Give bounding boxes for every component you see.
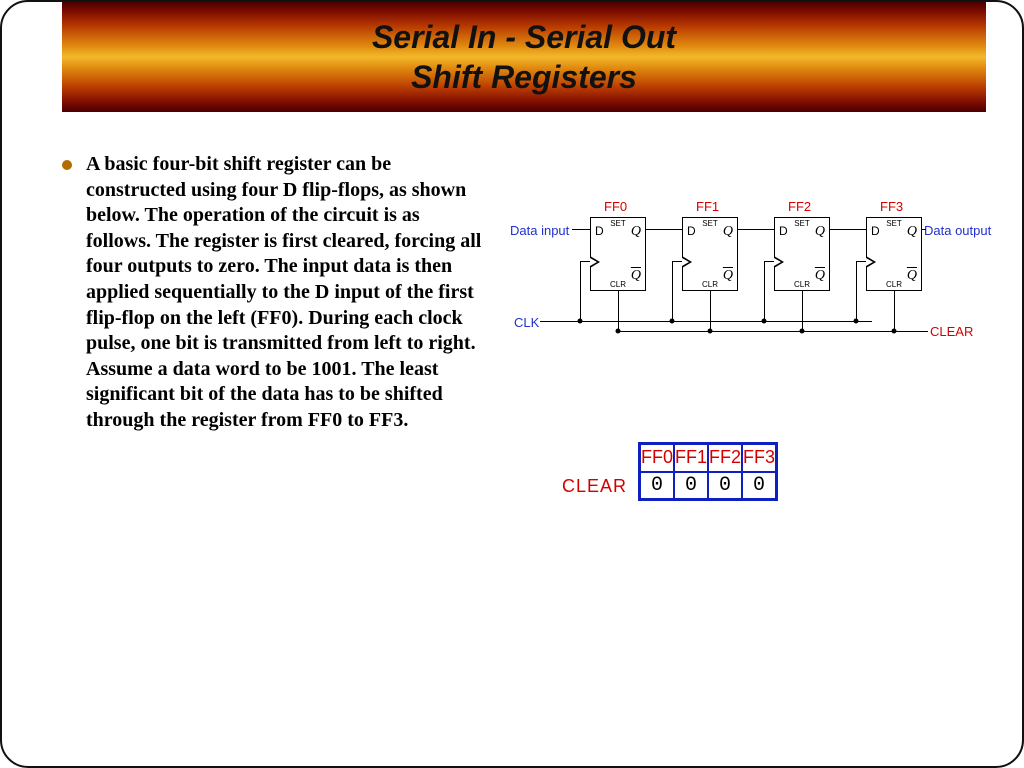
pin-clr: CLR [702, 280, 718, 289]
bullet-item: A basic four-bit shift register can be c… [62, 152, 482, 434]
wire [572, 229, 590, 230]
table-header: FF0 [640, 444, 675, 472]
wire [710, 291, 711, 331]
wire [856, 261, 857, 321]
wire [580, 261, 581, 321]
pin-qbar: Q [723, 268, 733, 284]
pin-q: Q [723, 224, 733, 240]
flipflop-2: D Q Q SET CLR [774, 217, 830, 291]
clock-tri-icon [590, 256, 600, 268]
label-data-input: Data input [510, 223, 569, 238]
pin-d: D [871, 224, 880, 238]
node-icon [616, 329, 621, 334]
body-content: A basic four-bit shift register can be c… [62, 152, 482, 434]
pin-d: D [779, 224, 788, 238]
wire [646, 229, 682, 230]
slide-title: Serial In - Serial Out Shift Registers [372, 17, 676, 97]
node-icon [892, 329, 897, 334]
pin-clr: CLR [886, 280, 902, 289]
wire-clk [540, 321, 872, 322]
node-icon [670, 319, 675, 324]
pin-set: SET [610, 219, 626, 228]
wire [830, 229, 866, 230]
wire [856, 261, 866, 262]
table-row: 0 0 0 0 [640, 472, 777, 500]
title-line-1: Serial In - Serial Out [372, 19, 676, 55]
title-line-2: Shift Registers [411, 59, 637, 95]
wire [580, 261, 590, 262]
label-clear: CLEAR [930, 324, 973, 339]
pin-qbar: Q [815, 268, 825, 284]
table-header: FF2 [708, 444, 742, 472]
table-header: FF3 [742, 444, 777, 472]
table-cell: 0 [674, 472, 708, 500]
title-banner: Serial In - Serial Out Shift Registers [62, 2, 986, 112]
label-clk: CLK [514, 315, 539, 330]
node-icon [708, 329, 713, 334]
wire [764, 261, 765, 321]
pin-set: SET [886, 219, 902, 228]
pin-clr: CLR [794, 280, 810, 289]
clear-row-label: CLEAR [562, 476, 627, 497]
slide: Serial In - Serial Out Shift Registers A… [0, 0, 1024, 768]
pin-q: Q [907, 224, 917, 240]
flipflop-1: D Q Q SET CLR [682, 217, 738, 291]
wire [672, 261, 682, 262]
wire [672, 261, 673, 321]
state-table: FF0 FF1 FF2 FF3 0 0 0 0 [638, 442, 778, 501]
table-cell: 0 [708, 472, 742, 500]
wire [802, 291, 803, 331]
table-cell: 0 [640, 472, 675, 500]
pin-q: Q [815, 224, 825, 240]
flipflop-3: D Q Q SET CLR [866, 217, 922, 291]
clock-tri-icon [682, 256, 692, 268]
table-cell: 0 [742, 472, 777, 500]
pin-set: SET [794, 219, 810, 228]
flipflop-0: D Q Q SET CLR [590, 217, 646, 291]
clock-tri-icon [774, 256, 784, 268]
wire [738, 229, 774, 230]
wire [922, 229, 926, 230]
ff-label-3: FF3 [880, 199, 903, 214]
node-icon [762, 319, 767, 324]
table-header: FF1 [674, 444, 708, 472]
pin-clr: CLR [610, 280, 626, 289]
table-row: FF0 FF1 FF2 FF3 [640, 444, 777, 472]
pin-d: D [687, 224, 696, 238]
node-icon [578, 319, 583, 324]
pin-d: D [595, 224, 604, 238]
pin-q: Q [631, 224, 641, 240]
ff-label-1: FF1 [696, 199, 719, 214]
pin-qbar: Q [907, 268, 917, 284]
wire [894, 291, 895, 331]
wire [618, 291, 619, 331]
bullet-text: A basic four-bit shift register can be c… [86, 152, 482, 434]
node-icon [854, 319, 859, 324]
wire-clear [618, 331, 928, 332]
bullet-icon [62, 160, 72, 170]
wire [764, 261, 774, 262]
pin-qbar: Q [631, 268, 641, 284]
clock-tri-icon [866, 256, 876, 268]
label-data-output: Data output [924, 223, 991, 238]
circuit-diagram: Data input Data output CLK CLEAR FF0 FF1… [512, 197, 992, 357]
node-icon [800, 329, 805, 334]
ff-label-0: FF0 [604, 199, 627, 214]
ff-label-2: FF2 [788, 199, 811, 214]
pin-set: SET [702, 219, 718, 228]
